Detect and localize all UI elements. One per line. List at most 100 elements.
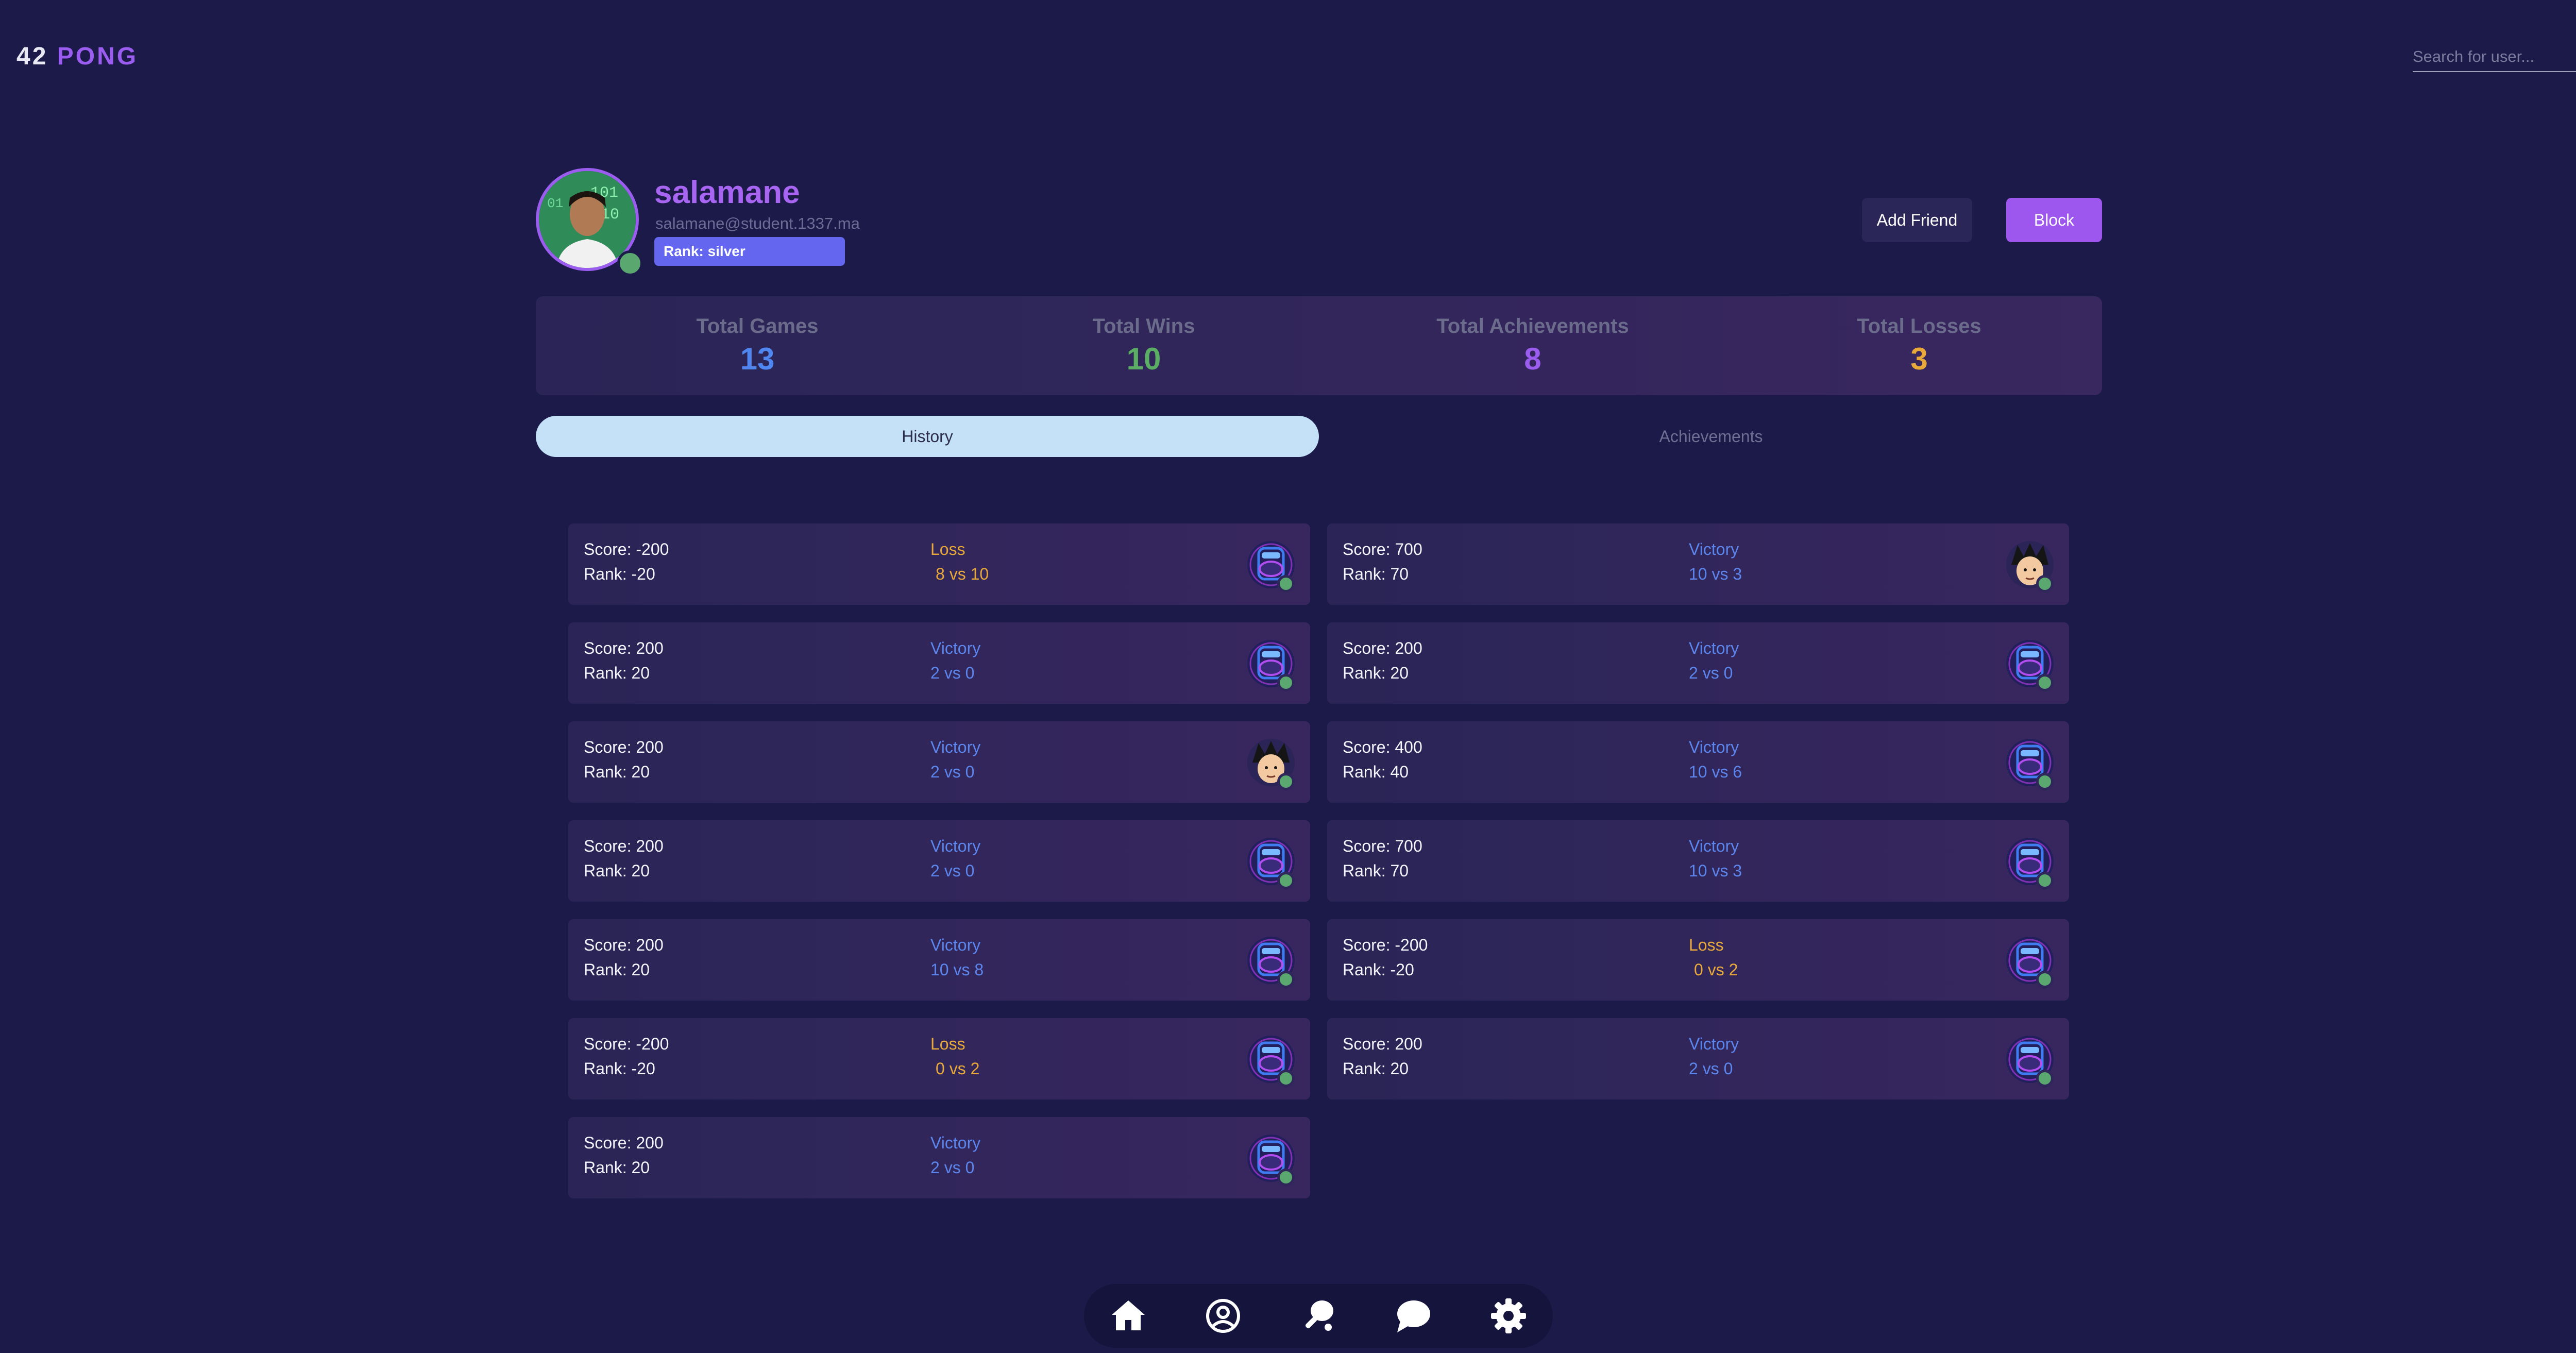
stats-panel: Total Games 13 Total Wins 10 Total Achie… [536,296,2102,395]
match-rank: Rank: 70 [1343,861,1409,880]
chat-icon[interactable] [1394,1296,1433,1335]
home-icon[interactable] [1109,1296,1148,1335]
match-score-line: 0 vs 2 [936,1059,980,1078]
search-input[interactable] [2413,44,2576,71]
logo-number: 42 [16,43,48,70]
match-result: Victory [1689,639,1739,657]
block-button[interactable]: Block [2006,198,2102,242]
match-result: Loss [1689,936,1724,954]
ping-pong-icon-graphic [1305,1300,1333,1331]
stat-value: 8 [1524,342,1541,376]
stat-total-achievements: Total Achievements 8 [1337,296,1728,377]
opponent-online-dot [2036,773,2054,790]
match-result: Victory [1689,1035,1739,1053]
match-rank: Rank: 20 [584,763,650,781]
opponent-online-dot [1277,575,1295,593]
match-rank: Rank: 20 [584,960,650,979]
rank-badge: Rank: silver [654,237,845,266]
match-card[interactable]: Score: -200 Rank: -20 Loss 0 vs 2 [568,1018,1310,1100]
match-result: Victory [930,936,981,954]
match-card[interactable]: Score: 200 Rank: 20 Victory 2 vs 0 [568,721,1310,803]
stat-label: Total Wins [1092,315,1195,337]
match-score: Score: 200 [1343,639,1422,657]
opponent-online-dot [1277,1070,1295,1087]
profile-icon[interactable] [1204,1296,1243,1335]
stat-total-games: Total Games 13 [562,296,953,377]
match-card[interactable]: Score: 200 Rank: 20 Victory 2 vs 0 [1327,1018,2069,1100]
match-card[interactable]: Score: -200 Rank: -20 Loss 0 vs 2 [1327,919,2069,1001]
stat-label: Total Losses [1857,315,1981,337]
match-score: Score: -200 [584,540,669,559]
settings-icon[interactable] [1489,1296,1528,1335]
opponent-online-dot [1277,1169,1295,1186]
logo-word: PONG [57,43,139,70]
match-rank: Rank: 70 [1343,565,1409,583]
match-score: Score: 200 [584,837,664,855]
stat-value: 13 [740,342,775,376]
app-logo[interactable]: 42 PONG [16,42,138,71]
match-card[interactable]: Score: 200 Rank: 20 Victory 2 vs 0 [1327,622,2069,704]
stat-label: Total Games [696,315,819,337]
ping-pong-icon[interactable] [1299,1296,1338,1335]
opponent-online-dot [2036,1070,2054,1087]
match-rank: Rank: -20 [584,565,655,583]
match-score-line: 2 vs 0 [1689,1059,1733,1078]
match-score-line: 2 vs 0 [930,763,975,781]
match-card[interactable]: Score: -200 Rank: -20 Loss 8 vs 10 [568,523,1310,605]
svg-text:01: 01 [547,196,563,211]
match-score-line: 10 vs 3 [1689,565,1742,583]
online-status-dot [617,250,643,276]
match-score-line: 0 vs 2 [1694,960,1738,979]
stat-total-wins: Total Wins 10 [948,296,1340,377]
match-score-line: 2 vs 0 [930,861,975,880]
opponent-online-dot [2036,872,2054,889]
match-score-line: 10 vs 8 [930,960,984,979]
match-result: Victory [930,1134,981,1152]
match-score-line: 10 vs 6 [1689,763,1742,781]
match-card[interactable]: Score: 400 Rank: 40 Victory 10 vs 6 [1327,721,2069,803]
opponent-online-dot [2036,971,2054,988]
opponent-online-dot [1277,674,1295,691]
tab-history[interactable]: History [536,416,1319,457]
stat-value: 3 [1910,342,1928,376]
match-rank: Rank: 20 [584,861,650,880]
match-score: Score: -200 [1343,936,1428,954]
match-score: Score: 200 [1343,1035,1422,1053]
match-score: Score: 400 [1343,738,1422,756]
stat-total-losses: Total Losses 3 [1723,296,2115,377]
match-rank: Rank: -20 [584,1059,655,1078]
match-rank: Rank: -20 [1343,960,1414,979]
match-result: Victory [1689,837,1739,855]
match-result: Loss [930,1035,965,1053]
profile-username: salamane [654,175,800,210]
match-result: Victory [1689,540,1739,559]
match-card[interactable]: Score: 200 Rank: 20 Victory 2 vs 0 [568,1117,1310,1198]
match-score-line: 10 vs 3 [1689,861,1742,880]
chat-icon-graphic [1397,1300,1430,1332]
settings-icon-graphic [1491,1298,1526,1333]
opponent-online-dot [1277,773,1295,790]
match-score-line: 8 vs 10 [936,565,989,583]
match-rank: Rank: 20 [584,664,650,682]
opponent-online-dot [2036,575,2054,593]
match-card[interactable]: Score: 200 Rank: 20 Victory 10 vs 8 [568,919,1310,1001]
profile-icon-graphic [1206,1299,1240,1333]
user-search[interactable] [2413,44,2576,72]
tab-achievements[interactable]: Achievements [1321,416,2100,457]
home-icon-graphic [1112,1300,1145,1330]
match-score-line: 2 vs 0 [1689,664,1733,682]
match-rank: Rank: 40 [1343,763,1409,781]
match-card[interactable]: Score: 200 Rank: 20 Victory 2 vs 0 [568,622,1310,704]
match-result: Victory [930,639,981,657]
match-score: Score: 200 [584,639,664,657]
match-card[interactable]: Score: 200 Rank: 20 Victory 2 vs 0 [568,820,1310,902]
match-score: Score: 200 [584,1134,664,1152]
add-friend-button[interactable]: Add Friend [1862,198,1972,242]
match-score-line: 2 vs 0 [930,664,975,682]
match-card[interactable]: Score: 700 Rank: 70 Victory 10 vs 3 [1327,523,2069,605]
match-card[interactable]: Score: 700 Rank: 70 Victory 10 vs 3 [1327,820,2069,902]
match-score-line: 2 vs 0 [930,1158,975,1177]
match-rank: Rank: 20 [584,1158,650,1177]
opponent-online-dot [1277,872,1295,889]
match-rank: Rank: 20 [1343,1059,1409,1078]
